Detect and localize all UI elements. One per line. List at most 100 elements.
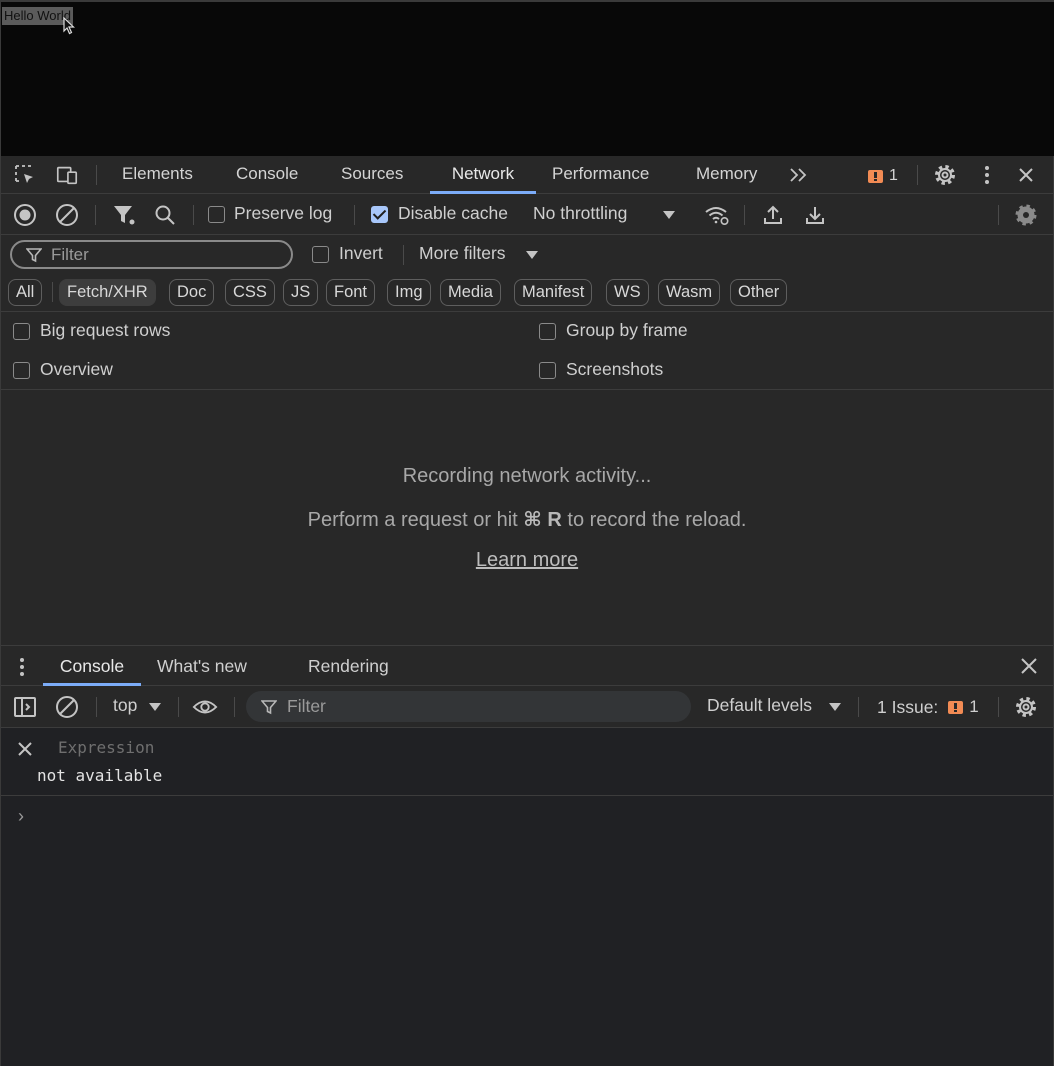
tab-console[interactable]: Console [236, 156, 298, 194]
type-filter-fetch-xhr[interactable]: Fetch/XHR [59, 279, 156, 306]
recording-status-text: Recording network activity... [402, 465, 652, 487]
console-filter-input[interactable]: Filter [246, 691, 691, 722]
expression-input[interactable]: Expression [58, 738, 154, 757]
network-conditions-wifi-icon[interactable] [704, 202, 730, 228]
record-stop-icon[interactable] [12, 202, 38, 228]
type-filter-img[interactable]: Img [387, 279, 431, 306]
type-filter-all[interactable]: All [8, 279, 43, 306]
overview-checkbox[interactable] [13, 362, 30, 379]
type-filter-doc[interactable]: Doc [169, 279, 215, 306]
remove-expression-close-icon[interactable] [17, 741, 33, 762]
tab-sources[interactable]: Sources [341, 156, 403, 194]
toggle-sidebar-icon[interactable] [12, 694, 38, 720]
issues-badge[interactable]: 1 [868, 166, 898, 186]
separator [917, 165, 918, 185]
console-drawer: Console What's new Rendering top Filter … [1, 645, 1053, 1066]
filter-funnel-icon [261, 700, 277, 715]
network-toolbar: Preserve log Disable cache No throttling [1, 194, 1053, 235]
type-filter-ws[interactable]: WS [606, 279, 649, 306]
more-tabs-chevron-icon[interactable] [787, 163, 811, 187]
type-filter-js[interactable]: JS [283, 279, 319, 306]
type-filter-other[interactable]: Other [730, 279, 788, 306]
separator [52, 282, 53, 302]
throttling-value: No throttling [533, 203, 628, 223]
big-request-rows-checkbox[interactable] [13, 323, 30, 340]
learn-more-link[interactable]: Learn more [1, 549, 1053, 572]
more-filters-dropdown[interactable]: More filters [419, 243, 544, 267]
filter-funnel-icon[interactable] [111, 202, 137, 228]
clear-console-icon[interactable] [54, 694, 80, 720]
throttling-select[interactable]: No throttling [533, 203, 683, 227]
separator [858, 697, 859, 717]
chevron-down-icon [526, 251, 538, 259]
search-icon[interactable] [152, 202, 178, 228]
close-devtools-icon[interactable] [1014, 163, 1038, 187]
live-expression: Expression not available [1, 728, 1053, 796]
log-levels-dropdown[interactable]: Default levels [707, 695, 847, 719]
filter-placeholder: Filter [51, 245, 89, 264]
separator [193, 205, 194, 225]
device-toolbar-icon[interactable] [55, 163, 79, 187]
console-input[interactable] [37, 798, 1037, 1058]
drawer-tab-bar: Console What's new Rendering [1, 646, 1053, 686]
more-options-kebab-icon[interactable] [975, 163, 999, 187]
console-issues-button[interactable]: 1 Issue: 1 [877, 695, 979, 719]
log-levels-value: Default levels [707, 695, 813, 715]
close-drawer-icon[interactable] [1020, 657, 1038, 680]
type-filter-media[interactable]: Media [440, 279, 501, 306]
filter-funnel-icon [26, 248, 42, 263]
devtools-tab-bar: Elements Console Sources Network Perform… [1, 156, 1053, 194]
screenshots-label: Screenshots [566, 359, 664, 379]
drawer-tab-console[interactable]: Console [43, 646, 141, 686]
screenshots-checkbox[interactable] [539, 362, 556, 379]
type-filter-css[interactable]: CSS [225, 279, 275, 306]
group-by-frame-checkbox[interactable] [539, 323, 556, 340]
issue-warning-icon [868, 169, 883, 183]
separator [96, 697, 97, 717]
chevron-down-icon [663, 211, 675, 219]
import-har-upload-icon[interactable] [760, 202, 786, 228]
network-empty-state: Recording network activity... Perform a … [1, 390, 1053, 645]
settings-gear-icon[interactable] [933, 163, 957, 187]
mouse-cursor-icon [63, 17, 75, 35]
drawer-tab-whats-new[interactable]: What's new [157, 646, 247, 686]
clear-icon[interactable] [54, 202, 80, 228]
preserve-log-checkbox[interactable] [208, 206, 225, 223]
inspected-page: Hello World [0, 0, 1054, 156]
context-value: top [113, 695, 138, 715]
inspect-element-icon[interactable] [13, 163, 37, 187]
live-expression-eye-icon[interactable] [192, 694, 218, 720]
tab-network[interactable]: Network [430, 156, 536, 194]
big-request-rows-label: Big request rows [40, 320, 171, 340]
tab-memory[interactable]: Memory [696, 156, 757, 194]
console-prompt-chevron-icon: › [18, 806, 24, 826]
network-filter-input[interactable]: Filter [10, 240, 293, 269]
type-filter-manifest[interactable]: Manifest [514, 279, 593, 306]
tab-performance[interactable]: Performance [552, 156, 649, 194]
more-filters-label: More filters [419, 243, 506, 263]
export-har-download-icon[interactable] [802, 202, 828, 228]
invert-checkbox[interactable] [312, 246, 329, 263]
context-selector[interactable]: top [113, 695, 168, 719]
chevron-down-icon [149, 703, 161, 711]
overview-label: Overview [40, 359, 113, 379]
separator [96, 165, 97, 185]
type-filter-font[interactable]: Font [326, 279, 376, 306]
separator [998, 205, 999, 225]
separator [744, 205, 745, 225]
expression-result: not available [37, 766, 163, 785]
issue-warning-icon [948, 700, 964, 714]
network-filter-row: Filter Invert More filters [1, 235, 1053, 274]
tab-elements[interactable]: Elements [122, 156, 193, 194]
drawer-tab-rendering[interactable]: Rendering [308, 646, 389, 686]
reload-hint-text: Perform a request or hit ⌘ R to record t… [1, 507, 1053, 532]
separator [403, 245, 404, 265]
drawer-menu-kebab-icon[interactable] [19, 657, 25, 682]
type-filter-wasm[interactable]: Wasm [658, 279, 721, 306]
console-issues-label: 1 Issue: [877, 696, 939, 717]
reload-shortcut: ⌘ R [523, 509, 562, 531]
disable-cache-checkbox[interactable] [371, 206, 388, 223]
network-settings-gear-icon[interactable] [1013, 202, 1039, 228]
console-settings-gear-icon[interactable] [1013, 694, 1039, 720]
devtools-panel: Elements Console Sources Network Perform… [0, 156, 1054, 1066]
